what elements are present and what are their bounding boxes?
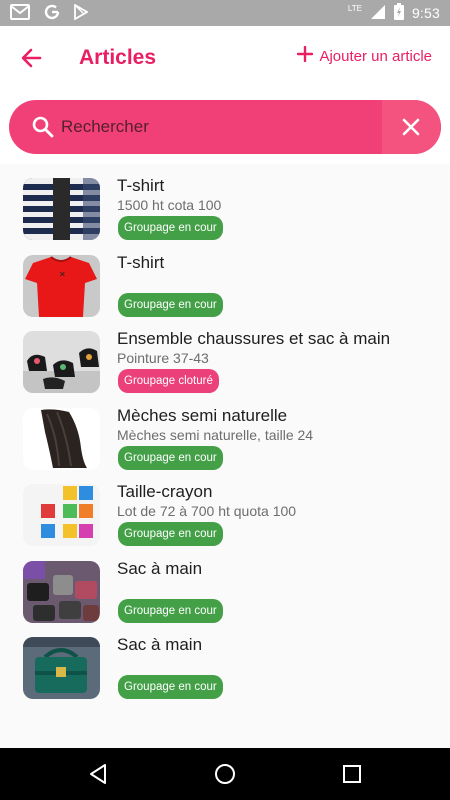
arrow-left-icon [18,48,46,76]
status-right-icons: LTE 9:53 [348,3,440,23]
signal-icon [370,4,386,23]
status-badge: Groupage en cour [118,216,223,240]
battery-icon [393,3,404,23]
play-store-icon [74,3,89,25]
search-section [0,90,450,164]
close-icon [397,113,425,141]
search-bar [9,100,441,154]
recents-nav-icon[interactable] [340,762,364,786]
article-thumbnail [23,407,100,470]
article-thumbnail [23,484,100,546]
status-badge: Groupage cloturé [118,369,219,393]
article-title: Sac à main [117,558,203,578]
article-title: Mèches semi naturelle [117,405,288,425]
list-item[interactable]: ✕ T-shirt Groupage en cour [0,241,450,318]
google-icon [44,4,60,25]
list-item[interactable]: Ensemble chaussures et sac à main Pointu… [0,317,450,394]
list-item[interactable]: Sac à main Groupage en cour [0,547,450,624]
search-input[interactable] [61,100,383,154]
article-subtitle: Mèches semi naturelle, taille 24 [117,426,314,443]
plus-icon [297,45,314,66]
list-item[interactable]: T-shirt 1500 ht cota 100 Groupage en cou… [0,164,450,241]
article-title: Taille-crayon [117,482,213,501]
add-article-label: Ajouter un article [319,47,432,65]
article-title: Ensemble chaussures et sac à main [117,329,391,348]
back-nav-icon[interactable] [86,762,110,786]
article-thumbnail [23,560,100,623]
article-thumbnail [23,331,100,393]
list-item[interactable]: Mèches semi naturelle Mèches semi nature… [0,394,450,471]
status-badge: Groupage en cour [118,675,223,699]
article-thumbnail: ✕ [23,254,100,317]
network-type: LTE [347,3,362,13]
article-thumbnail [23,178,100,240]
back-button[interactable] [18,44,46,72]
status-bar: LTE 9:53 [0,0,450,26]
article-subtitle: 1500 ht cota 100 [117,197,222,213]
svg-text:✕: ✕ [59,270,66,279]
article-title: T-shirt [117,252,165,272]
gmail-icon [10,4,30,25]
list-item[interactable]: Sac à main Groupage en cour [0,623,450,700]
status-badge: Groupage en cour [118,292,223,317]
article-subtitle: Lot de 72 à 700 ht quota 100 [117,503,297,519]
article-subtitle: Pointure 37-43 [117,350,209,366]
status-badge: Groupage en cour [118,522,223,546]
clear-search-button[interactable] [382,100,441,154]
home-nav-icon[interactable] [213,762,237,786]
search-icon [29,113,57,141]
article-list: T-shirt 1500 ht cota 100 Groupage en cou… [0,164,450,700]
clock: 9:53 [411,5,440,21]
add-article-button[interactable]: Ajouter un article [297,45,432,66]
list-item[interactable]: Taille-crayon Lot de 72 à 700 ht quota 1… [0,470,450,547]
article-title: Sac à main [117,635,203,654]
navigation-bar [0,748,450,800]
page-title: Articles [79,46,157,69]
status-badge: Groupage en cour [118,445,223,470]
article-thumbnail [23,637,100,699]
status-left-icons [10,3,89,25]
article-title: T-shirt [117,176,165,195]
app-bar: Articles Ajouter un article [0,26,450,90]
status-badge: Groupage en cour [118,598,223,623]
